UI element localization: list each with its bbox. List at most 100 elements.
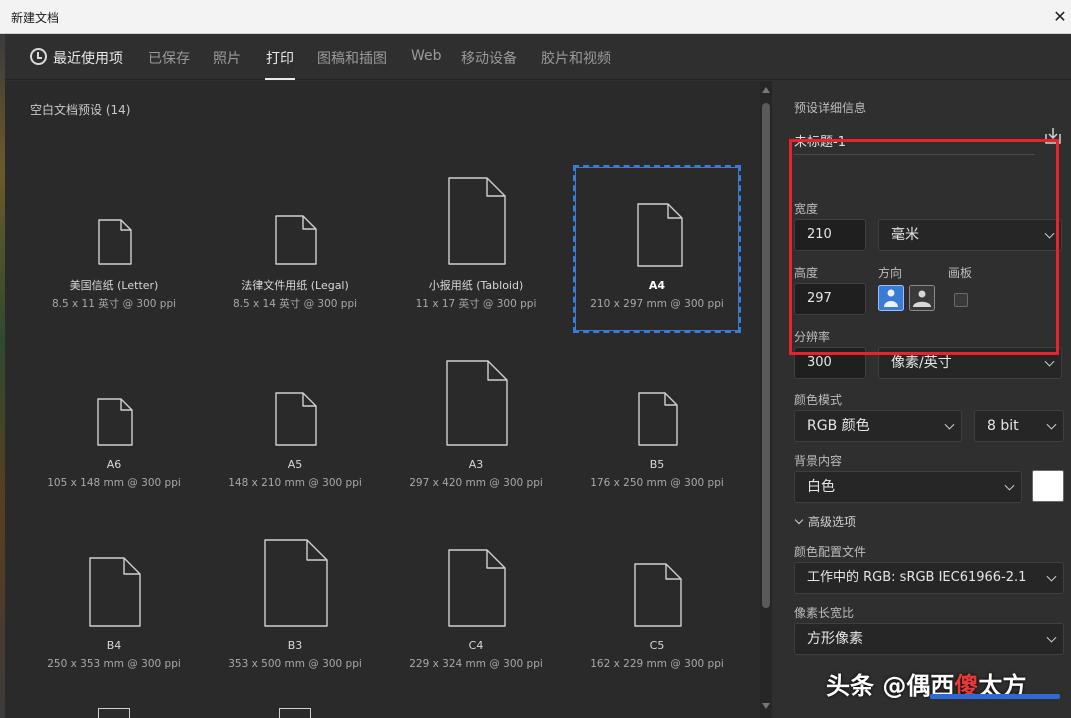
preset-card[interactable]: A5 148 x 210 mm @ 300 ppi [211,346,379,514]
artboard-label: 画板 [948,266,973,280]
portrait-orientation-icon[interactable] [878,285,904,311]
height-input[interactable]: 297 [794,283,866,315]
save-preset-icon[interactable] [1043,126,1063,146]
chevron-down-icon [1044,356,1055,367]
width-input[interactable]: 210 [794,219,866,251]
preset-card[interactable]: 小报用纸 (Tabloid) 11 x 17 英寸 @ 300 ppi [392,165,560,333]
window-title: 新建文档 [11,11,60,25]
watermark-underline [930,694,1060,699]
preset-details-panel: 预设详细信息 未标题-1 宽度 210 毫米 高度 方向 画板 297 分辨率 … [778,81,1071,718]
width-label: 宽度 [794,202,819,216]
preset-name: 小报用纸 (Tabloid) [428,279,524,292]
tab-recent[interactable]: 最近使用项 [53,48,123,68]
advanced-options-toggle[interactable]: 高级选项 [794,513,856,530]
resolution-unit-select[interactable]: 像素/英寸 [878,347,1062,379]
tab-saved[interactable]: 已保存 [148,48,190,68]
preset-dimensions: 8.5 x 14 英寸 @ 300 ppi [232,298,358,310]
preset-dimensions: 11 x 17 英寸 @ 300 ppi [415,298,537,310]
color-profile-value: 工作中的 RGB: sRGB IEC61966-2.1 [807,570,1027,585]
preset-name: A4 [648,279,666,292]
document-icon [98,219,132,265]
preset-name: C5 [649,639,665,652]
preset-card[interactable]: A3 297 x 420 mm @ 300 ppi [392,346,560,514]
tab-web[interactable]: Web [411,48,442,64]
preset-name: B4 [106,639,122,652]
preset-dimensions: 229 x 324 mm @ 300 ppi [409,658,543,670]
preset-name: A5 [287,458,303,471]
document-icon [448,177,506,265]
pixel-aspect-label: 像素长宽比 [794,606,855,620]
unit-select[interactable]: 毫米 [878,219,1062,251]
tab-mobile[interactable]: 移动设备 [461,48,517,68]
scroll-thumb[interactable] [762,103,770,608]
preset-dimensions: 210 x 297 mm @ 300 ppi [590,298,724,310]
presets-header: 空白文档预设 (14) [30,103,131,117]
scroll-down-icon[interactable] [762,703,770,709]
preset-dimensions: 353 x 500 mm @ 300 ppi [228,658,362,670]
preset-card[interactable]: B5 176 x 250 mm @ 300 ppi [573,346,741,514]
preset-name: C4 [468,639,484,652]
new-document-dialog: 最近使用项 已保存 照片 打印 图稿和插图 Web 移动设备 胶片和视频 空白文… [5,34,1071,718]
chevron-down-icon [944,419,955,430]
tab-photo[interactable]: 照片 [213,48,241,68]
scroll-up-icon[interactable] [762,87,770,93]
chevron-down-icon [1046,632,1057,643]
bit-depth-select[interactable]: 8 bit [974,410,1064,442]
document-icon [279,708,311,718]
document-icon [634,563,682,627]
background-select[interactable]: 白色 [794,471,1022,503]
height-label: 高度 [794,266,819,280]
preset-name: 美国信纸 (Letter) [69,279,159,292]
resolution-label: 分辨率 [794,330,831,344]
window-titlebar: 新建文档 ✕ [0,0,1071,34]
document-icon [637,203,683,267]
color-mode-select[interactable]: RGB 颜色 [794,410,962,442]
preset-dimensions: 297 x 420 mm @ 300 ppi [409,477,543,489]
pixel-aspect-select[interactable]: 方形像素 [794,623,1064,655]
color-profile-select[interactable]: 工作中的 RGB: sRGB IEC61966-2.1 [794,562,1064,594]
preset-dimensions: 250 x 353 mm @ 300 ppi [47,658,181,670]
preset-dimensions: 162 x 229 mm @ 300 ppi [590,658,724,670]
clock-icon [30,48,47,65]
preset-name: 法律文件用纸 (Legal) [241,279,349,292]
background-color-swatch[interactable] [1032,470,1064,502]
tab-film-video[interactable]: 胶片和视频 [541,48,611,68]
document-icon [264,539,328,627]
document-icon [275,392,317,446]
document-icon [638,392,678,446]
presets-scrollbar[interactable] [760,81,772,718]
preset-card[interactable]: 法律文件用纸 (Legal) 8.5 x 14 英寸 @ 300 ppi [211,165,379,333]
background-value: 白色 [807,479,835,495]
document-icon [97,398,133,446]
tab-print[interactable]: 打印 [266,48,294,68]
preset-card[interactable]: B3 353 x 500 mm @ 300 ppi [211,527,379,695]
presets-panel: 空白文档预设 (14) 美国信纸 (Letter) 8.5 x 11 英寸 @ 3… [5,81,760,718]
preset-card[interactable]: 美国信纸 (Letter) 8.5 x 11 英寸 @ 300 ppi [30,165,198,333]
pixel-aspect-value: 方形像素 [807,631,863,647]
document-name-input[interactable]: 未标题-1 [794,131,846,150]
preset-name: A6 [106,458,122,471]
category-tabs: 最近使用项 已保存 照片 打印 图稿和插图 Web 移动设备 胶片和视频 [5,34,1071,80]
preset-card[interactable]: C4 229 x 324 mm @ 300 ppi [392,527,560,695]
preset-card[interactable]: A6 105 x 148 mm @ 300 ppi [30,346,198,514]
document-name-underline [794,154,1035,155]
artboard-checkbox[interactable] [954,293,968,307]
preset-dimensions: 148 x 210 mm @ 300 ppi [228,477,362,489]
unit-select-value: 毫米 [891,227,919,243]
document-icon [446,360,508,446]
preset-name: B5 [649,458,665,471]
preset-card[interactable]: B4 250 x 353 mm @ 300 ppi [30,527,198,695]
chevron-down-icon [1046,419,1057,430]
advanced-options-label: 高级选项 [808,515,857,529]
preset-name: A3 [468,458,484,471]
preset-card[interactable]: C5 162 x 229 mm @ 300 ppi [573,527,741,695]
close-icon[interactable]: ✕ [1049,0,1071,34]
tab-art-illustration[interactable]: 图稿和插图 [317,48,387,68]
bit-depth-value: 8 bit [987,418,1019,434]
preset-card[interactable]: A4 210 x 297 mm @ 300 ppi [573,165,741,333]
resolution-input[interactable]: 300 [794,347,866,379]
chevron-down-icon [1004,480,1015,491]
landscape-orientation-icon[interactable] [909,285,935,311]
document-icon [98,708,130,718]
preset-dimensions: 176 x 250 mm @ 300 ppi [590,477,724,489]
